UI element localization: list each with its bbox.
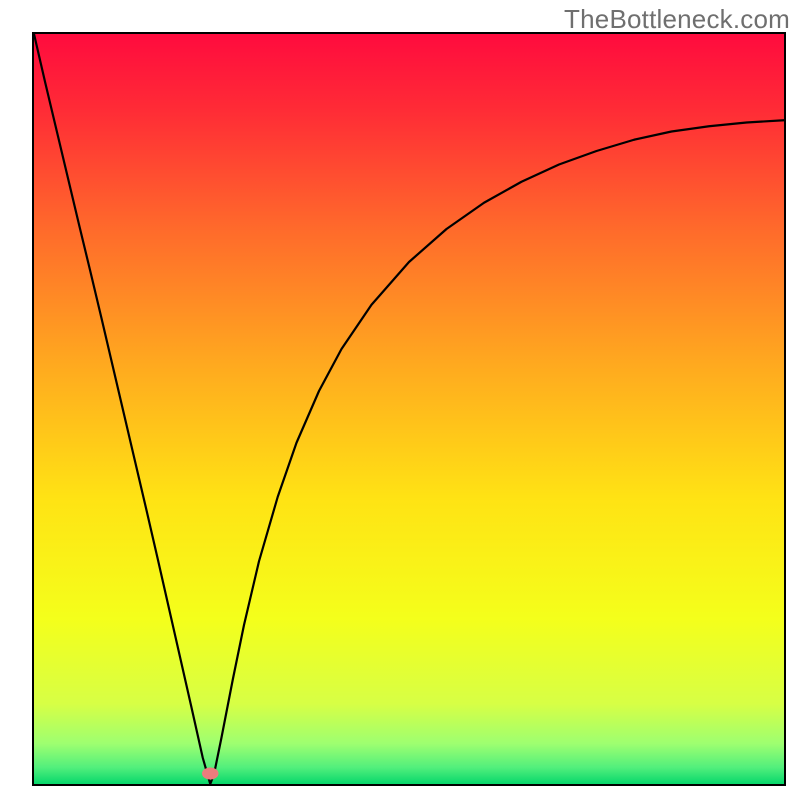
gradient-background xyxy=(34,34,784,784)
watermark-label: TheBottleneck.com xyxy=(564,4,790,35)
optimum-marker xyxy=(202,768,219,780)
bottleneck-chart xyxy=(0,0,800,800)
chart-frame: TheBottleneck.com xyxy=(0,0,800,800)
